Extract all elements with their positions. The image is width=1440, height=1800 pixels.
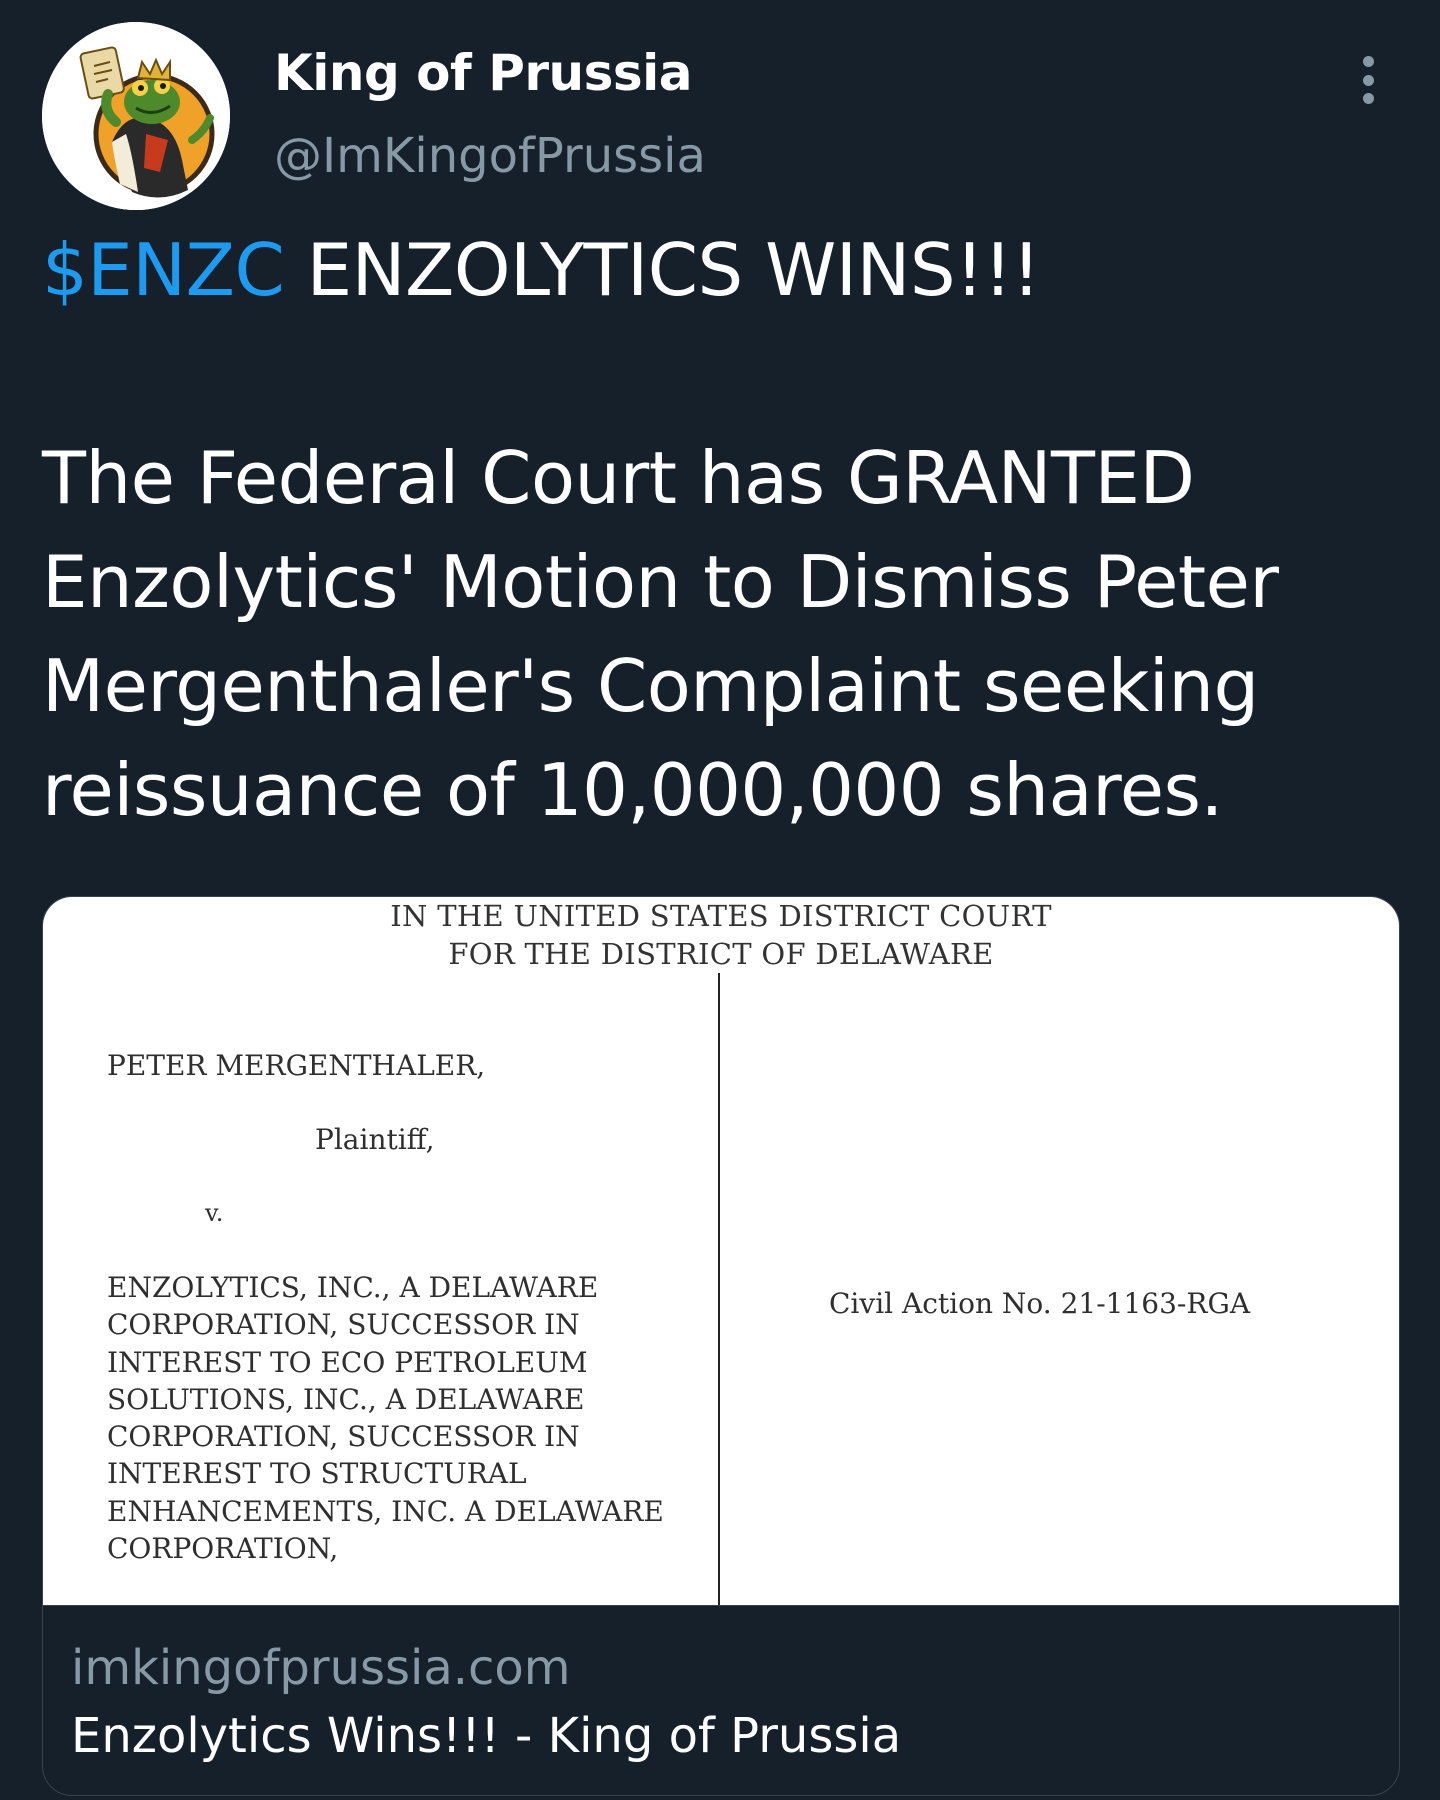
- plaintiff-name: PETER MERGENTHALER,: [107, 1049, 486, 1082]
- court-line-2: FOR THE DISTRICT OF DELAWARE: [448, 937, 994, 971]
- versus-label: v.: [205, 1199, 224, 1227]
- cashtag-link[interactable]: $ENZC: [42, 228, 285, 312]
- defendant-line: CORPORATION, SUCCESSOR IN: [107, 1420, 580, 1454]
- avatar[interactable]: [42, 22, 230, 210]
- defendant-block: ENZOLYTICS, INC., A DELAWARE CORPORATION…: [107, 1269, 664, 1567]
- defendant-line: INTEREST TO ECO PETROLEUM: [107, 1345, 588, 1379]
- tweet-body-line: Mergenthaler's Complaint seeking: [42, 644, 1259, 728]
- tweet-text: $ENZC ENZOLYTICS WINS!!! The Federal Cou…: [42, 218, 1402, 842]
- defendant-line: INTEREST TO STRUCTURAL: [107, 1457, 527, 1491]
- court-header: IN THE UNITED STATES DISTRICT COURT FOR …: [43, 897, 1399, 973]
- more-dots-vertical-icon: [1362, 56, 1374, 67]
- tweet-body-line: Enzolytics' Motion to Dismiss Peter: [42, 540, 1279, 624]
- link-card[interactable]: IN THE UNITED STATES DISTRICT COURT FOR …: [42, 896, 1400, 1796]
- card-image-document[interactable]: IN THE UNITED STATES DISTRICT COURT FOR …: [43, 897, 1399, 1609]
- tweet: King of Prussia @ImKingofPrussia $ENZC E…: [0, 0, 1440, 1800]
- frog-king-avatar-icon: [42, 22, 230, 210]
- civil-action-number: Civil Action No. 21-1163-RGA: [829, 1287, 1251, 1320]
- card-title: Enzolytics Wins!!! - King of Prussia: [71, 1708, 902, 1764]
- tweet-body-line: reissuance of 10,000,000 shares.: [42, 748, 1223, 832]
- more-dots-vertical-icon: [1362, 93, 1374, 104]
- defendant-line: SOLUTIONS, INC., A DELAWARE: [107, 1382, 585, 1416]
- card-link-info[interactable]: imkingofprussia.com Enzolytics Wins!!! -…: [43, 1605, 1399, 1795]
- more-dots-vertical-icon: [1362, 74, 1374, 86]
- tweet-headline-text: ENZOLYTICS WINS!!!: [284, 228, 1041, 312]
- more-options-button[interactable]: [1348, 50, 1388, 110]
- user-handle[interactable]: @ImKingofPrussia: [274, 128, 706, 184]
- tweet-body-line: The Federal Court has GRANTED: [42, 436, 1195, 520]
- defendant-line: CORPORATION,: [107, 1532, 339, 1566]
- defendant-line: ENZOLYTICS, INC., A DELAWARE: [107, 1271, 599, 1304]
- plaintiff-role: Plaintiff,: [315, 1123, 435, 1156]
- tweet-headline: $ENZC ENZOLYTICS WINS!!!: [42, 218, 1402, 322]
- defendant-line: CORPORATION, SUCCESSOR IN: [107, 1308, 580, 1342]
- card-domain: imkingofprussia.com: [71, 1640, 571, 1696]
- display-name[interactable]: King of Prussia: [274, 44, 693, 102]
- court-line-1: IN THE UNITED STATES DISTRICT COURT: [390, 899, 1052, 933]
- defendant-line: ENHANCEMENTS, INC. A DELAWARE: [107, 1494, 664, 1528]
- caption-divider: [718, 973, 720, 1609]
